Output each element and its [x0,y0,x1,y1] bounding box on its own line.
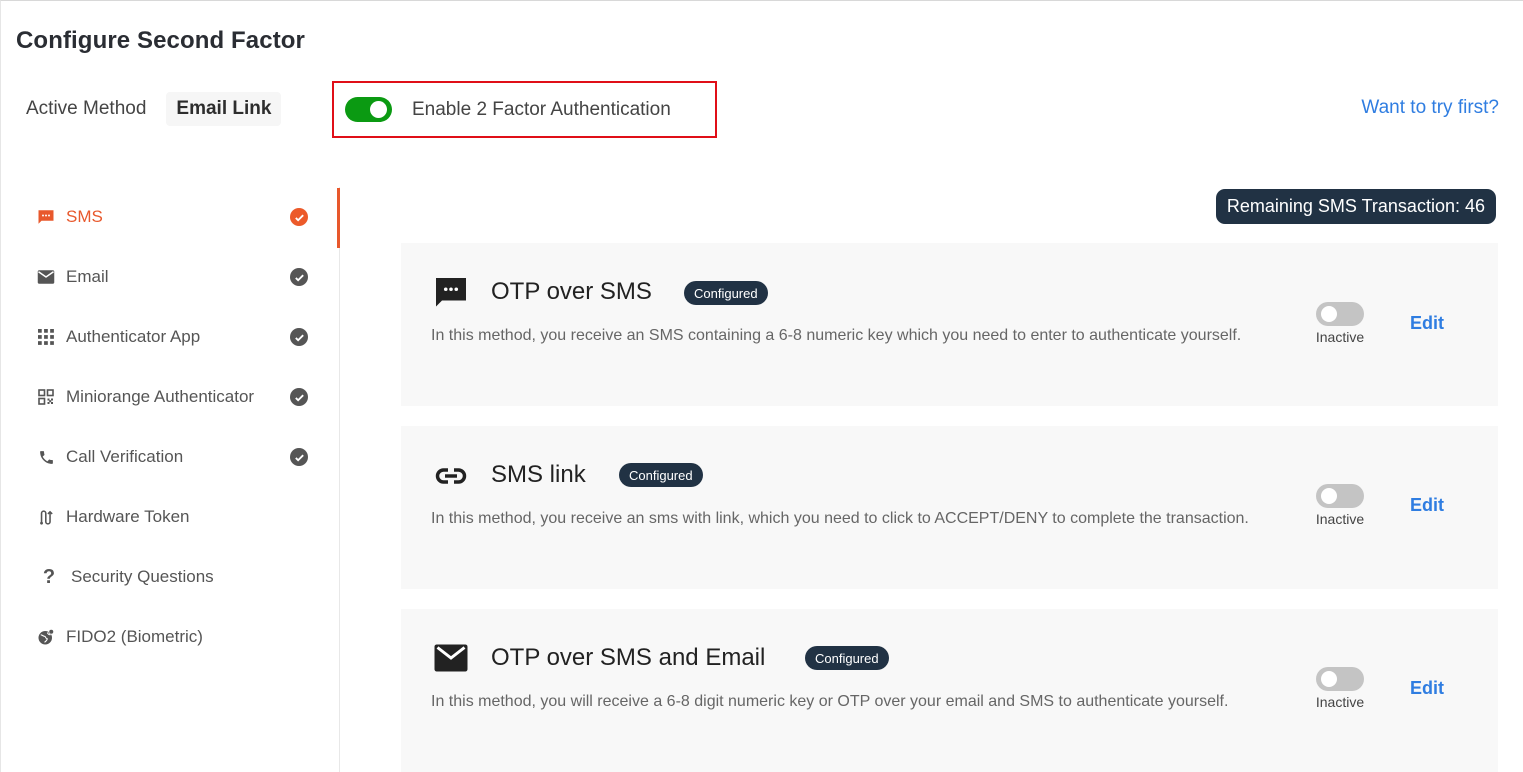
toggle-knob [370,101,387,118]
toggle-knob [1321,671,1337,687]
active-method-row: Active Method Email Link [26,91,282,127]
sidebar-item-label: FIDO2 (Biometric) [66,627,203,646]
method-description: In this method, you receive an SMS conta… [431,327,1242,344]
remaining-sms-badge: Remaining SMS Transaction: 46 [1215,189,1496,224]
method-status-group: Inactive [1313,484,1367,527]
toggle-knob [1321,306,1337,322]
check-circle-icon [290,448,308,466]
active-method-value: Email Link [166,92,282,126]
sidebar-item-email[interactable]: Email [36,262,316,292]
configured-badge: Configured [619,463,703,487]
sidebar-item-sms[interactable]: SMS [36,202,316,232]
sidebar-item-security-questions[interactable]: ? Security Questions [36,562,316,592]
sidebar-item-label: Hardware Token [66,507,190,526]
sidebar-item-label: Security Questions [71,567,214,586]
active-method-label: Active Method [26,98,147,119]
sidebar-item-label: Miniorange Authenticator [66,387,255,406]
globe-fingerprint-icon [36,627,56,647]
sidebar-item-label: SMS [66,207,103,226]
method-title: OTP over SMS and Email [491,644,766,671]
sidebar-item-miniorange-authenticator[interactable]: Miniorange Authenticator [36,382,316,412]
method-card-otp-over-sms: OTP over SMS Configured In this method, … [401,243,1498,406]
sidebar-item-authenticator-app[interactable]: Authenticator App [36,322,316,352]
method-title: SMS link [491,461,586,488]
check-circle-icon [290,388,308,406]
edit-button[interactable]: Edit [1410,495,1444,516]
method-active-toggle[interactable] [1316,484,1364,508]
method-card-otp-over-sms-and-email: OTP over SMS and Email Configured In thi… [401,609,1498,772]
method-title: OTP over SMS [491,278,652,305]
sms-icon [432,274,470,312]
check-circle-icon [290,268,308,286]
method-status-label: Inactive [1315,694,1365,710]
grid-icon [36,327,56,347]
enable-2fa-toggle[interactable] [345,97,392,122]
sidebar-item-call-verification[interactable]: Call Verification [36,442,316,472]
qr-code-icon [36,387,56,407]
edit-button[interactable]: Edit [1410,678,1444,699]
check-circle-icon [290,328,308,346]
email-icon [36,267,56,287]
email-icon [432,639,470,677]
sidebar-item-label: Email [66,267,109,286]
phone-icon [36,447,56,467]
method-active-toggle[interactable] [1316,667,1364,691]
method-status-label: Inactive [1315,511,1365,527]
configured-badge: Configured [805,646,889,670]
sidebar-active-indicator [337,188,340,248]
check-circle-icon [290,208,308,226]
sidebar-item-hardware-token[interactable]: Hardware Token [36,502,316,532]
configured-badge: Configured [684,281,768,305]
enable-2fa-container: Enable 2 Factor Authentication [332,81,717,138]
sidebar-item-label: Call Verification [66,447,184,466]
method-description: In this method, you receive an sms with … [431,510,1249,527]
method-active-toggle[interactable] [1316,302,1364,326]
sidebar-item-label: Authenticator App [66,327,201,346]
enable-2fa-label: Enable 2 Factor Authentication [412,98,671,120]
method-description: In this method, you will receive a 6-8 d… [431,693,1229,710]
want-to-try-first-link[interactable]: Want to try first? [1361,97,1499,119]
question-icon: ? [42,565,56,588]
toggle-knob [1321,488,1337,504]
method-status-group: Inactive [1313,302,1367,345]
sidebar-divider [339,187,340,772]
method-status-label: Inactive [1315,329,1365,345]
link-icon [432,457,470,495]
method-status-group: Inactive [1313,667,1367,710]
edit-button[interactable]: Edit [1410,313,1444,334]
method-card-sms-link: SMS link Configured In this method, you … [401,426,1498,589]
hardware-token-icon [36,507,56,527]
sidebar-item-fido2[interactable]: FIDO2 (Biometric) [36,622,316,652]
sms-icon [36,207,56,227]
page-title: Configure Second Factor [16,27,305,54]
